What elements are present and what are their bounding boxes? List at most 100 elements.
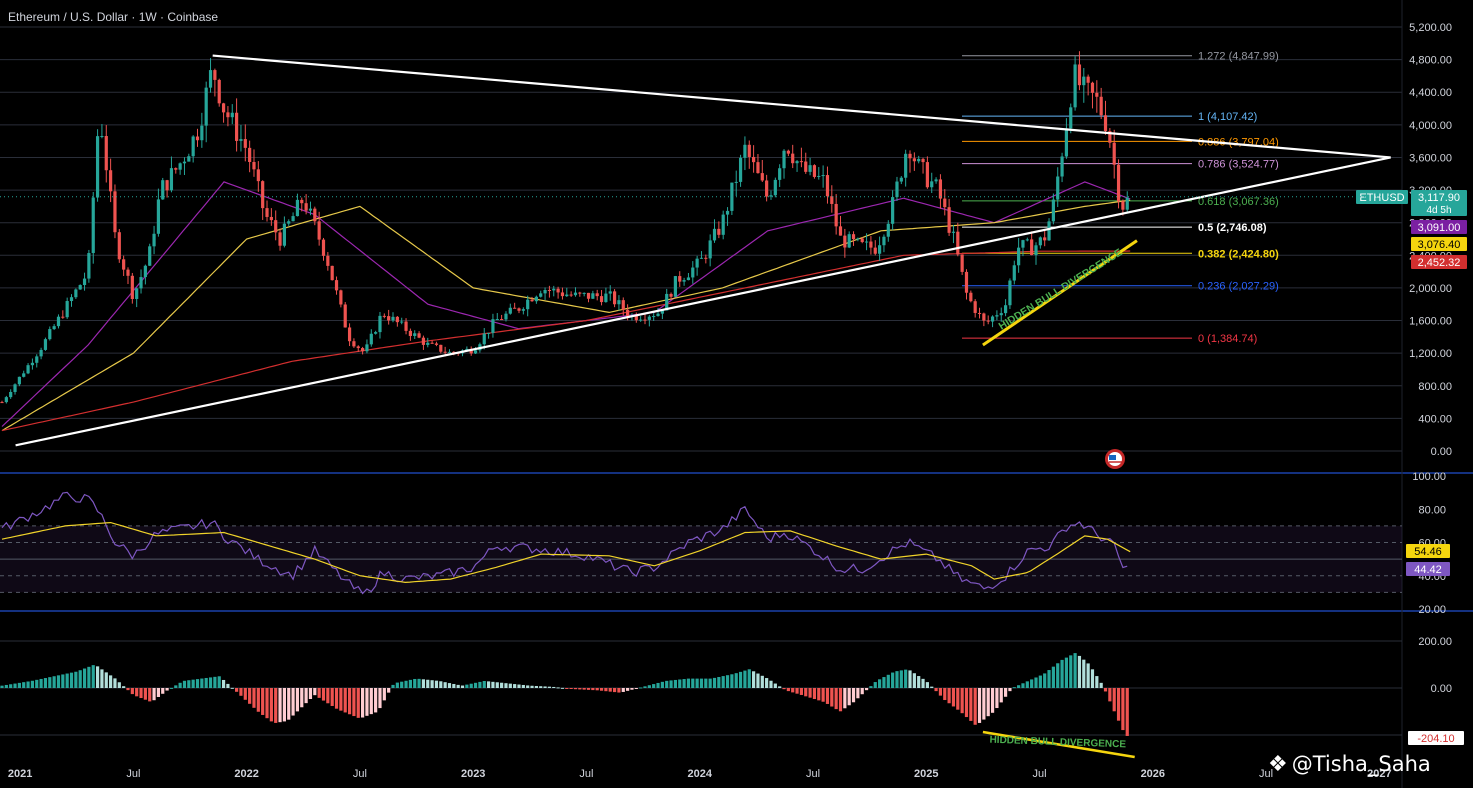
- hist-bar: [747, 669, 751, 688]
- candle-body: [847, 234, 851, 248]
- candle-body: [908, 153, 912, 159]
- hist-bar: [830, 688, 834, 707]
- hist-bar: [1099, 682, 1103, 688]
- hist-bar: [135, 688, 139, 697]
- hist-bar: [486, 681, 491, 688]
- hist-bar: [495, 682, 499, 688]
- hist-bar: [339, 688, 343, 711]
- hist-bar: [786, 688, 790, 692]
- hist-bar: [1003, 688, 1008, 697]
- fib-label: 0.618 (3,067.36): [1198, 196, 1279, 208]
- hist-bar: [973, 688, 977, 725]
- hist-bar: [182, 680, 187, 688]
- candle-body: [82, 278, 87, 286]
- hist-bar: [148, 688, 152, 702]
- hist-bar: [87, 666, 91, 688]
- y-tick-label: 4,400.00: [1409, 87, 1452, 99]
- candle-body: [404, 321, 408, 331]
- candle-body: [278, 232, 282, 246]
- candle-body: [964, 271, 969, 293]
- hist-bar: [591, 688, 595, 691]
- hist-bar: [647, 685, 651, 688]
- candle-body: [843, 235, 847, 248]
- candle-body: [39, 349, 43, 357]
- us-flag-icon[interactable]: [1105, 449, 1125, 469]
- candle-body: [343, 304, 347, 328]
- hist-bar: [482, 681, 486, 688]
- y-tick-label: 5,200.00: [1409, 22, 1452, 34]
- hist-bar: [947, 688, 951, 704]
- candle-body: [304, 203, 308, 211]
- hist-bar: [274, 688, 278, 723]
- hist-bar: [61, 674, 65, 688]
- hist-bar: [491, 681, 495, 688]
- hist-bar: [665, 680, 669, 688]
- rsi-ma-tag: 54.46: [1414, 546, 1442, 558]
- y-tick-label: 3,600.00: [1409, 152, 1452, 164]
- hist-bar: [78, 670, 82, 688]
- hist-bar: [56, 675, 61, 688]
- candle-body: [148, 246, 152, 266]
- candle-body: [365, 344, 369, 352]
- candle-body: [35, 356, 39, 363]
- candle-body: [917, 158, 921, 162]
- hist-bar: [473, 682, 478, 688]
- hist-bar: [530, 685, 534, 688]
- hist-bar: [917, 676, 921, 688]
- hist-bar: [374, 688, 378, 713]
- hist-bar: [886, 674, 890, 688]
- candle-body: [639, 319, 643, 321]
- candle-body: [321, 239, 326, 256]
- candle-body: [239, 139, 243, 141]
- candle-body: [547, 289, 552, 291]
- rsi-tick-label: 20.00: [1418, 604, 1446, 616]
- hist-bar: [1121, 688, 1125, 731]
- fib-label: 0.5 (2,746.08): [1198, 222, 1267, 234]
- candle-body: [812, 165, 817, 177]
- binance-logo-icon: ❖: [1268, 752, 1288, 777]
- hist-bar: [308, 688, 313, 700]
- hist-bar: [669, 680, 673, 688]
- candle-body: [1073, 64, 1077, 108]
- candle-body: [643, 319, 647, 321]
- candle-body: [0, 402, 4, 404]
- hist-bar: [22, 682, 26, 688]
- hist-bar: [795, 688, 799, 694]
- hist-bar: [400, 681, 404, 688]
- hist-bar: [1056, 663, 1060, 688]
- hist-bar: [30, 680, 35, 688]
- hist-bar: [195, 679, 200, 688]
- candle-body: [678, 276, 682, 282]
- hist-bar: [791, 688, 795, 693]
- chart-canvas[interactable]: 1.272 (4,847.99)1 (4,107.42)0.886 (3,797…: [0, 0, 1473, 788]
- candle-body: [530, 299, 534, 302]
- candle-body: [573, 292, 578, 296]
- candle-body: [261, 181, 265, 209]
- candle-body: [669, 293, 673, 297]
- hist-bar: [252, 688, 256, 708]
- candle-body: [195, 136, 200, 141]
- hist-bar: [360, 688, 365, 718]
- candle-body: [78, 285, 82, 290]
- candle-body: [999, 313, 1003, 316]
- candle-body: [682, 280, 686, 282]
- hist-bar: [413, 678, 417, 688]
- hist-bar: [773, 683, 777, 688]
- candle-body: [695, 258, 699, 268]
- candle-body: [730, 182, 734, 211]
- hist-bar: [799, 688, 803, 695]
- candle-body: [248, 147, 252, 162]
- hist-bar: [395, 682, 399, 688]
- candle-body: [430, 342, 434, 344]
- hist-bar: [608, 688, 612, 692]
- hist-bar: [964, 688, 969, 718]
- candle-body: [778, 168, 782, 180]
- hist-bar: [869, 686, 873, 688]
- candle-body: [534, 296, 538, 302]
- hist-bar: [543, 686, 547, 688]
- hist-bar: [1047, 670, 1051, 688]
- hist-bar: [730, 674, 734, 688]
- candle-body: [947, 207, 951, 233]
- hist-bar: [208, 677, 213, 688]
- hist-bar: [1069, 655, 1073, 688]
